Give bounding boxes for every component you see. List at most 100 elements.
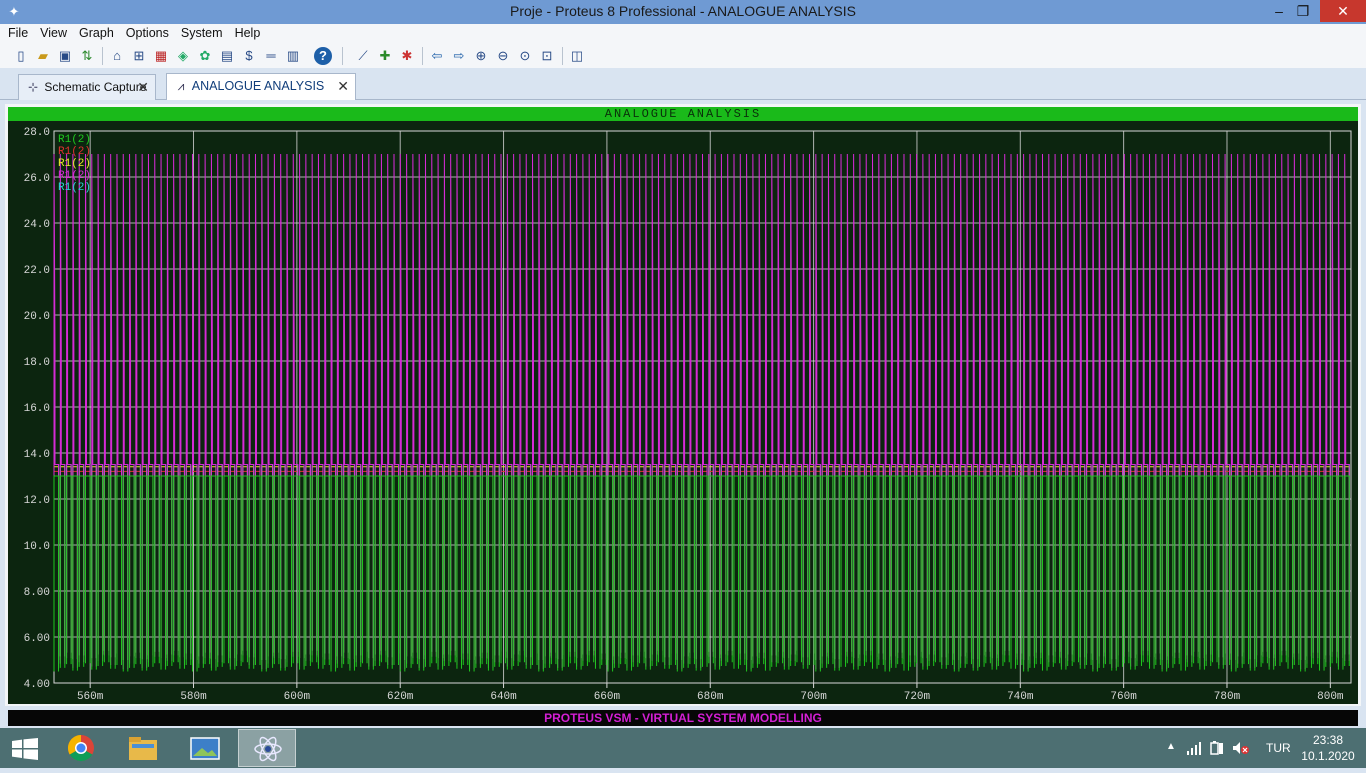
menu-file[interactable]: File (0, 24, 34, 42)
photos-icon[interactable] (176, 729, 234, 767)
legend-entry-4[interactable]: R1(2) (58, 170, 91, 182)
y-tick-label: 26.0 (24, 173, 50, 185)
chrome-icon[interactable] (52, 729, 110, 767)
x-tick-label: 600m (284, 691, 311, 703)
y-tick-label: 16.0 (24, 403, 50, 415)
close-tab-icon[interactable]: ✕ (137, 75, 149, 99)
graph-title-bar[interactable]: ANALOGUE ANALYSIS (8, 107, 1358, 121)
help-icon[interactable]: ? (314, 47, 332, 65)
close-button[interactable]: ✕ (1320, 0, 1366, 22)
window-title: Proje - Proteus 8 Professional - ANALOGU… (509, 3, 856, 19)
x-tick-label: 780m (1214, 691, 1241, 703)
menu-help[interactable]: Help (229, 24, 267, 42)
y-tick-label: 6.00 (24, 633, 50, 645)
proteus-icon[interactable] (238, 729, 296, 767)
x-tick-label: 660m (594, 691, 621, 703)
battery-icon[interactable] (1208, 740, 1224, 756)
menu-system[interactable]: System (175, 24, 229, 42)
y-tick-label: 18.0 (24, 357, 50, 369)
x-tick-label: 700m (800, 691, 827, 703)
x-tick-label: 620m (387, 691, 414, 703)
x-tick-label: 580m (180, 691, 207, 703)
pan-right-icon[interactable]: ⇨ (450, 47, 468, 65)
trace-series-2 (53, 470, 1350, 660)
language-indicator[interactable]: TUR (1266, 741, 1291, 755)
title-bar: ✦ Proje - Proteus 8 Professional - ANALO… (0, 0, 1366, 24)
menu-graph[interactable]: Graph (73, 24, 120, 42)
y-tick-label: 12.0 (24, 495, 50, 507)
x-tick-label: 680m (697, 691, 724, 703)
y-tick-label: 28.0 (24, 127, 50, 139)
legend-entry-1[interactable]: R1(2) (58, 134, 91, 146)
document-icon[interactable]: ▥ (284, 47, 302, 65)
schematic-icon[interactable]: ⊞ (130, 47, 148, 65)
taskbar: ▲ TUR 23:38 10.1.2020 (0, 728, 1366, 768)
x-tick-label: 720m (904, 691, 931, 703)
import-icon[interactable]: ⇅ (78, 47, 96, 65)
legend-entry-5[interactable]: R1(2) (58, 182, 91, 194)
bom-icon[interactable]: ▤ (218, 47, 236, 65)
y-tick-label: 22.0 (24, 265, 50, 277)
y-tick-label: 10.0 (24, 541, 50, 553)
analogue-chart[interactable]: 4.00 6.00 8.00 10.0 12.0 14.0 16.0 18.0 20.0 22.0… (8, 121, 1358, 704)
document-tabs: ⊹ Schematic Capture ✕ ⩘ ANALOGUE ANALYSI… (0, 68, 1366, 100)
start-icon[interactable] (12, 738, 38, 760)
x-tick-label: 640m (490, 691, 517, 703)
restore-button[interactable]: ❐ (1288, 0, 1318, 22)
tab-label: ANALOGUE ANALYSIS (191, 79, 325, 93)
zoom-area-icon[interactable]: ⊡ (538, 47, 556, 65)
legend-entry-2[interactable]: R1(2) (58, 146, 91, 158)
y-tick-label: 24.0 (24, 219, 50, 231)
graph-log-icon[interactable]: ◫ (568, 47, 586, 65)
toolbar: ▯ ▰ ▣ ⇅ ⌂ ⊞ ▦ ◈ ✿ ▤ $ ═ ▥ ? ⟋ ✚ ✱ ⇦ ⇨ ⊕ … (0, 44, 1366, 68)
open-file-icon[interactable]: ▰ (34, 47, 52, 65)
close-tab-icon[interactable]: ✕ (337, 74, 349, 98)
menu-view[interactable]: View (34, 24, 73, 42)
pcb-icon[interactable]: ▦ (152, 47, 170, 65)
x-tick-label: 560m (77, 691, 104, 703)
clock-date[interactable]: 10.1.2020 (1300, 749, 1356, 763)
menu-bar: File View Graph Options System Help (0, 24, 1366, 44)
home-icon[interactable]: ⌂ (108, 47, 126, 65)
save-icon[interactable]: ▣ (56, 47, 74, 65)
y-tick-label: 20.0 (24, 311, 50, 323)
trace-series-1 (53, 475, 1350, 672)
x-tick-label: 800m (1317, 691, 1344, 703)
zoom-in-icon[interactable]: ⊕ (472, 47, 490, 65)
edit-graph-icon[interactable]: ⟋ (354, 47, 372, 65)
status-text: PROTEUS VSM - VIRTUAL SYSTEM MODELLING (544, 711, 822, 725)
legend-entry-3[interactable]: R1(2) (58, 158, 91, 170)
y-tick-label: 8.00 (24, 587, 50, 599)
add-trace-icon[interactable]: ✚ (376, 47, 394, 65)
trace-series-3 (53, 466, 1350, 660)
signal-icon[interactable] (1186, 741, 1202, 755)
tab-label: Schematic Capture (44, 80, 147, 94)
y-tick-label: 14.0 (24, 449, 50, 461)
file-explorer-icon[interactable] (114, 729, 172, 767)
y-tick-label: 4.00 (24, 679, 50, 691)
schematic-tab-icon: ⊹ (27, 80, 39, 94)
trace-series-4 (53, 153, 1350, 670)
pan-left-icon[interactable]: ⇦ (428, 47, 446, 65)
zoom-out-icon[interactable]: ⊖ (494, 47, 512, 65)
x-tick-label: 740m (1007, 691, 1034, 703)
notes-icon[interactable]: ═ (262, 47, 280, 65)
tab-schematic-capture[interactable]: ⊹ Schematic Capture ✕ (18, 74, 156, 100)
graph-status-bar: PROTEUS VSM - VIRTUAL SYSTEM MODELLING (8, 710, 1358, 726)
speaker-muted-icon[interactable] (1232, 741, 1250, 755)
menu-options[interactable]: Options (120, 24, 175, 42)
3d-icon[interactable]: ◈ (174, 47, 192, 65)
clock-time[interactable]: 23:38 (1302, 733, 1354, 747)
simulate-graph-icon[interactable]: ✱ (398, 47, 416, 65)
design-explorer-icon[interactable]: $ (240, 47, 258, 65)
x-tick-label: 760m (1110, 691, 1137, 703)
graph-tab-icon: ⩘ (177, 79, 185, 93)
new-file-icon[interactable]: ▯ (12, 47, 30, 65)
tab-analogue-analysis[interactable]: ⩘ ANALOGUE ANALYSIS ✕ (166, 73, 356, 100)
show-hidden-icons-icon[interactable]: ▲ (1166, 741, 1176, 752)
graph-title: ANALOGUE ANALYSIS (604, 107, 762, 121)
plot-area[interactable]: 4.00 6.00 8.00 10.0 12.0 14.0 16.0 18.0 20.0 22.0… (8, 121, 1358, 704)
zoom-all-icon[interactable]: ⊙ (516, 47, 534, 65)
trace-series-5 (53, 464, 1350, 660)
gerber-icon[interactable]: ✿ (196, 47, 214, 65)
